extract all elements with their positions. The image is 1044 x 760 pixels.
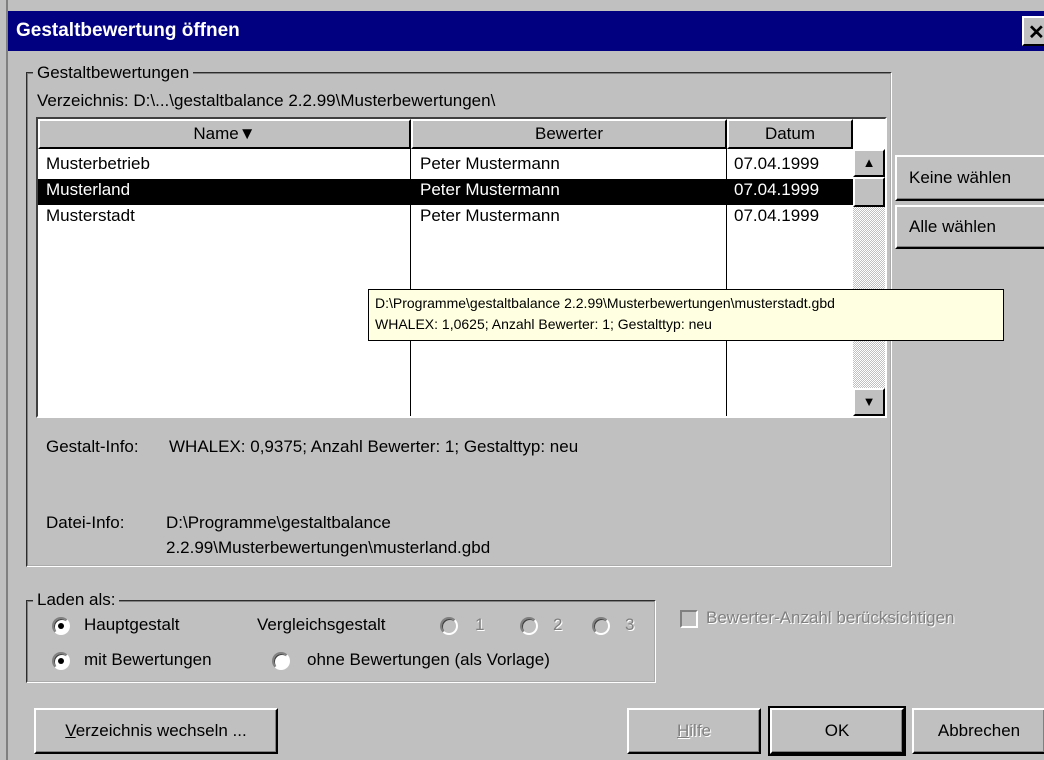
gestalt-info-label: Gestalt-Info: [46, 437, 139, 456]
vergleich-1-radio[interactable] [440, 617, 458, 635]
tooltip-info: WHALEX: 1,0625; Anzahl Bewerter: 1; Gest… [375, 316, 712, 332]
window-left-edge [0, 0, 8, 760]
row-name: Musterbetrieb [46, 154, 150, 173]
directory-label: Verzeichnis: D:\...\gestaltbalance 2.2.9… [37, 91, 496, 110]
verzeichnis-mnemonic: V [65, 721, 76, 740]
gestalt-info-value: WHALEX: 0,9375; Anzahl Bewerter: 1; Gest… [169, 437, 579, 456]
vergleich-3-radio[interactable] [592, 617, 610, 635]
verzeichnis-wechseln-button[interactable]: Verzeichnis wechseln ... [34, 708, 278, 754]
close-icon: ✕ [1028, 22, 1044, 44]
row-bewerter: Peter Mustermann [420, 154, 560, 173]
laden-als-group [26, 600, 656, 683]
row-datum: 07.04.1999 [734, 206, 820, 225]
row-datum: 07.04.1999 [734, 154, 820, 173]
list-item[interactable]: Musterstadt Peter Mustermann 07.04.1999 [38, 205, 853, 231]
row-bewerter: Peter Mustermann [420, 180, 560, 199]
close-button[interactable]: ✕ [1022, 16, 1044, 46]
row-name: Musterland [46, 180, 131, 199]
mit-bewertungen-radio[interactable] [52, 652, 70, 670]
triangle-down-icon: ▼ [862, 394, 876, 409]
gestaltbewertungen-legend: Gestaltbewertungen [33, 63, 194, 83]
hauptgestalt-radio[interactable] [52, 617, 70, 635]
column-header-bewerter[interactable]: Bewerter [411, 119, 727, 149]
hilfe-mnemonic: H [676, 721, 690, 740]
column-header-bewerter-label: Bewerter [534, 124, 604, 143]
ohne-bewertungen-radio[interactable] [272, 652, 290, 670]
keine-waehlen-button[interactable]: Keine wählen [895, 155, 1044, 201]
laden-als-legend: Laden als: [33, 590, 120, 610]
datei-info-path-line1: D:\Programme\gestaltbalance [166, 513, 391, 532]
file-list[interactable]: Name▼ Bewerter Datum Musterbetrieb Peter… [36, 117, 887, 418]
alle-waehlen-button[interactable]: Alle wählen [895, 205, 1044, 249]
hauptgestalt-label[interactable]: Hauptgestalt [84, 615, 179, 635]
list-item[interactable]: Musterbetrieb Peter Mustermann 07.04.199… [38, 153, 853, 179]
column-header-datum-label: Datum [764, 124, 816, 143]
abbrechen-button[interactable]: Abbrechen [912, 708, 1044, 754]
vergleich-3-label: 3 [625, 615, 635, 634]
datei-info-path-line2: 2.2.99\Musterbewertungen\musterland.gbd [166, 538, 491, 557]
tooltip-path: D:\Programme\gestaltbalance 2.2.99\Muste… [375, 295, 835, 311]
list-item-selected[interactable]: Musterland Peter Mustermann 07.04.1999 [38, 179, 853, 205]
ohne-bewertungen-label[interactable]: ohne Bewertungen (als Vorlage) [307, 650, 550, 670]
window-title: Gestaltbewertung öffnen [16, 20, 240, 41]
scroll-down-button[interactable]: ▼ [853, 388, 885, 416]
ok-button[interactable]: OK [768, 706, 906, 756]
row-bewerter: Peter Mustermann [420, 206, 560, 225]
triangle-up-icon: ▲ [862, 155, 876, 170]
bewerter-anzahl-label: Bewerter-Anzahl berücksichtigen [706, 608, 955, 627]
hilfe-button[interactable]: Hilfe [627, 708, 761, 754]
scroll-up-button[interactable]: ▲ [853, 149, 885, 177]
file-tooltip: D:\Programme\gestaltbalance 2.2.99\Muste… [368, 289, 1004, 341]
keine-waehlen-label: Keine wählen [909, 168, 1012, 187]
abbrechen-label: Abbrechen [937, 721, 1021, 740]
vergleich-2-radio[interactable] [520, 617, 538, 635]
column-header-datum[interactable]: Datum [727, 119, 853, 149]
ok-label: OK [824, 721, 850, 740]
bewerter-anzahl-checkbox[interactable] [680, 610, 698, 628]
vergleich-2-label: 2 [553, 615, 563, 634]
scroll-thumb[interactable] [853, 177, 885, 207]
vertical-scrollbar[interactable]: ▲ ▼ [853, 149, 885, 416]
column-header-name[interactable]: Name▼ [38, 119, 411, 149]
title-bar[interactable]: Gestaltbewertung öffnen ✕ [8, 11, 1044, 51]
vergleichsgestalt-label: Vergleichsgestalt [257, 615, 386, 634]
column-header-name-label: Name▼ [193, 124, 256, 143]
vergleich-1-label: 1 [475, 615, 485, 634]
mit-bewertungen-label[interactable]: mit Bewertungen [84, 650, 212, 670]
verzeichnis-label: erzeichnis wechseln ... [75, 721, 247, 740]
alle-waehlen-label: Alle wählen [909, 217, 996, 236]
row-name: Musterstadt [46, 206, 135, 225]
hilfe-label: ilfe [689, 721, 711, 740]
datei-info-label: Datei-Info: [46, 513, 125, 532]
row-datum: 07.04.1999 [734, 180, 820, 199]
